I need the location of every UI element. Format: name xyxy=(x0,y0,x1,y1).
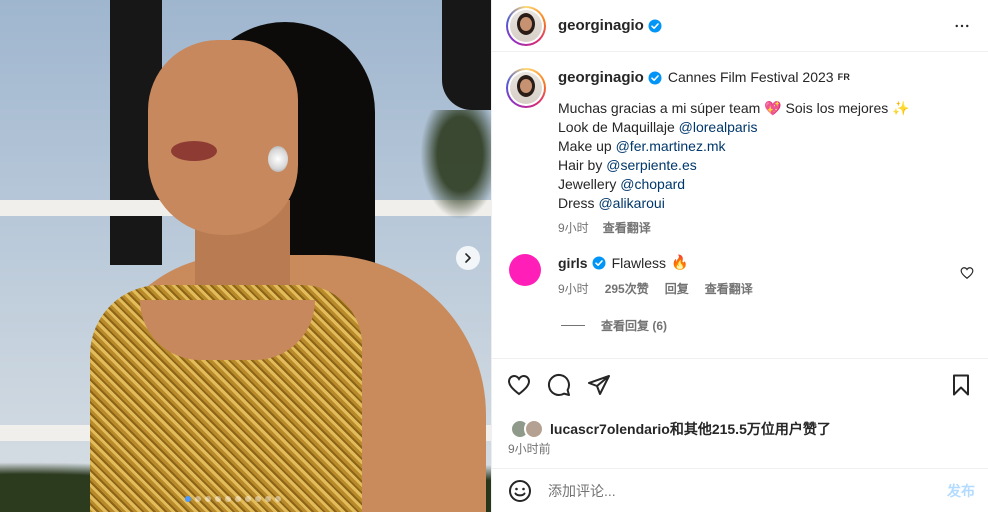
translate-link[interactable]: 查看翻译 xyxy=(705,280,753,297)
save-button[interactable] xyxy=(948,372,974,398)
location-country-badge: FR xyxy=(837,72,851,82)
subject-face xyxy=(148,40,298,235)
fire-emoji-icon: 🔥 xyxy=(671,254,689,270)
post-actions xyxy=(492,358,988,410)
next-slide-button[interactable] xyxy=(456,246,480,270)
subject-lips xyxy=(171,141,217,161)
post-timestamp[interactable]: 9小时前 xyxy=(492,440,988,457)
avatar-image xyxy=(510,9,542,42)
post-media[interactable] xyxy=(0,0,491,512)
mention-link[interactable]: @chopard xyxy=(620,176,685,192)
share-icon xyxy=(588,374,610,395)
comment-button[interactable] xyxy=(546,372,572,398)
mention-link[interactable]: @alikaroui xyxy=(598,195,664,211)
caption-line5: Jewellery xyxy=(558,176,617,192)
verified-badge-icon xyxy=(592,256,606,270)
verified-badge-icon xyxy=(648,71,662,85)
verified-badge-icon xyxy=(648,19,662,33)
post-details-panel: georginagio georginagio Cannes Film Fest xyxy=(491,0,988,512)
emoji-smile-icon[interactable] xyxy=(508,479,532,503)
caption-username[interactable]: georginagio xyxy=(558,68,644,87)
caption-line1-part2: Sois los mejores xyxy=(785,100,889,116)
commenter-username[interactable]: girls xyxy=(558,255,588,271)
comment-like-button[interactable] xyxy=(960,266,974,280)
translate-link[interactable]: 查看翻译 xyxy=(603,219,651,238)
likes-text[interactable]: lucascr7olendario和其他215.5万位用户赞了 xyxy=(550,419,831,439)
caption-meta: 9小时 查看翻译 xyxy=(558,219,910,238)
comment-likes-count[interactable]: 295次赞 xyxy=(605,280,649,297)
caption-line1: Muchas gracias a mi súper team xyxy=(558,100,761,116)
carousel-dot xyxy=(245,496,251,502)
author-username[interactable]: georginagio xyxy=(558,17,644,34)
carousel-dot xyxy=(195,496,201,502)
avatar-image xyxy=(510,72,542,104)
mention-link[interactable]: @serpiente.es xyxy=(606,157,696,173)
comment-text: Flawless xyxy=(611,254,667,271)
share-button[interactable] xyxy=(586,372,612,398)
carousel-dot xyxy=(235,496,241,502)
carousel-dot xyxy=(265,496,271,502)
caption-line4: Hair by xyxy=(558,157,603,173)
caption-line6: Dress xyxy=(558,195,595,211)
carousel-indicator xyxy=(185,496,281,502)
caption-author-avatar[interactable] xyxy=(506,68,546,108)
avatar xyxy=(524,419,544,439)
add-comment-bar: 发布 xyxy=(492,468,988,512)
comments-section[interactable]: georginagio Cannes Film Festival 2023 FR… xyxy=(492,52,988,358)
heart-outline-icon xyxy=(960,267,974,279)
author-avatar[interactable] xyxy=(506,5,546,46)
heart-outline-icon xyxy=(507,374,531,395)
carousel-dot xyxy=(205,496,211,502)
comment-icon xyxy=(547,373,570,396)
caption-text: Muchas gracias a mi súper team 💖 Sois lo… xyxy=(558,99,910,213)
carousel-dot xyxy=(255,496,261,502)
comment-time[interactable]: 9小时 xyxy=(558,280,589,297)
carousel-dot xyxy=(215,496,221,502)
more-horizontal-icon xyxy=(955,24,969,27)
comment-meta: 9小时 295次赞 回复 查看翻译 xyxy=(558,280,753,297)
replies-divider xyxy=(561,325,585,326)
commenter-avatar[interactable] xyxy=(509,254,541,286)
caption-line2: Look de Maquillaje xyxy=(558,119,675,135)
caption-time[interactable]: 9小时 xyxy=(558,219,589,238)
mention-link[interactable]: @fer.martinez.mk xyxy=(616,138,726,154)
sparkles-emoji-icon: ✨ xyxy=(892,100,910,116)
like-button[interactable] xyxy=(506,372,532,398)
subject-earring xyxy=(268,146,288,172)
view-replies-button[interactable]: 查看回复 (6) xyxy=(561,317,974,334)
more-options-button[interactable] xyxy=(950,14,974,38)
reply-button[interactable]: 回复 xyxy=(665,280,689,297)
background-palm xyxy=(420,110,491,220)
carousel-dot xyxy=(275,496,281,502)
caption-line3: Make up xyxy=(558,138,612,154)
post-comment-button[interactable]: 发布 xyxy=(947,481,975,501)
comment-input[interactable] xyxy=(548,482,947,499)
post-caption: georginagio Cannes Film Festival 2023 FR… xyxy=(506,68,974,238)
view-replies-label: 查看回复 (6) xyxy=(601,319,668,333)
comment-item: girls Flawless 🔥 9小时 295次赞 回复 查看翻译 xyxy=(506,254,974,297)
carousel-dot xyxy=(185,496,191,502)
mention-link[interactable]: @lorealparis xyxy=(679,119,758,135)
post-location[interactable]: Cannes Film Festival 2023 xyxy=(668,68,834,87)
carousel-dot xyxy=(225,496,231,502)
heart-emoji-icon: 💖 xyxy=(764,100,782,116)
bookmark-icon xyxy=(953,374,969,395)
post-header: georginagio xyxy=(492,0,988,52)
background-pole xyxy=(442,0,491,110)
chevron-right-icon xyxy=(465,253,471,263)
liker-avatars xyxy=(510,419,544,439)
